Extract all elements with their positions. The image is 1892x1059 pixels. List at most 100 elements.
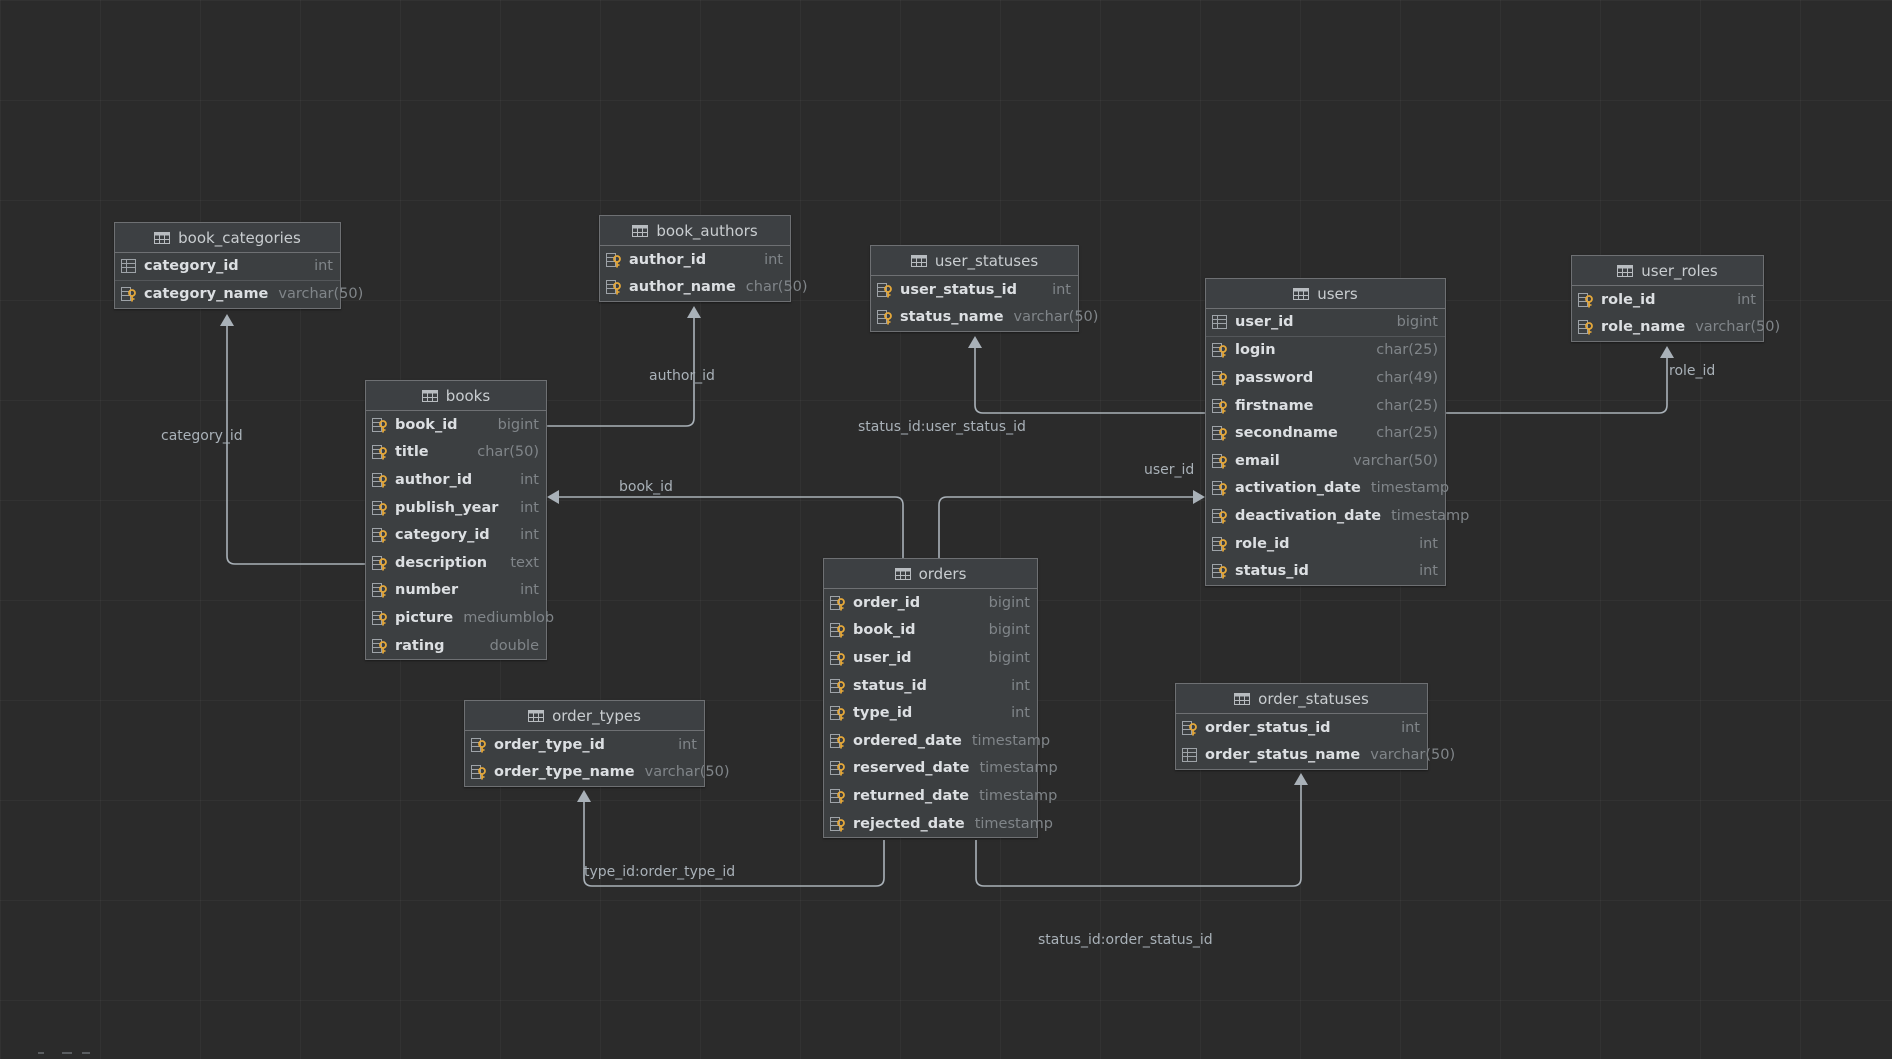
- column-row[interactable]: book_id bigint: [824, 617, 1037, 645]
- table-header[interactable]: user_statuses: [871, 246, 1078, 276]
- column-row[interactable]: password char(49): [1206, 364, 1445, 392]
- column-name: reserved_date: [853, 760, 970, 777]
- er-diagram-canvas[interactable]: book_categories category_id int category_na…: [0, 0, 1892, 1048]
- column-row[interactable]: picture mediumblob: [366, 604, 554, 632]
- column-row[interactable]: order_status_name varchar(50): [1176, 742, 1455, 770]
- column-row[interactable]: number int: [366, 577, 546, 605]
- column-row[interactable]: category_name varchar(50): [115, 281, 363, 309]
- table-header[interactable]: books: [366, 381, 546, 411]
- table-icon: [154, 231, 171, 244]
- indexed-column-icon: [1211, 562, 1229, 580]
- table-header[interactable]: orders: [824, 559, 1037, 589]
- table-name: books: [445, 386, 491, 405]
- rel-user-status-connector[interactable]: [968, 336, 1205, 414]
- table-header[interactable]: order_types: [465, 701, 704, 731]
- column-row[interactable]: category_id int: [115, 253, 340, 281]
- table-header[interactable]: user_roles: [1572, 256, 1763, 286]
- column-row[interactable]: secondname char(25): [1206, 419, 1445, 447]
- indexed-column-icon: [605, 278, 623, 296]
- rel-book-connector[interactable]: [547, 490, 904, 558]
- column-row[interactable]: order_id bigint: [824, 589, 1037, 617]
- column-row[interactable]: publish_year int: [366, 494, 546, 522]
- table-header[interactable]: order_statuses: [1176, 684, 1427, 714]
- connector-line[interactable]: [974, 346, 1205, 414]
- column-name: number: [395, 582, 459, 599]
- primary-key-column-icon: [1181, 746, 1199, 764]
- column-row[interactable]: deactivation_date timestamp: [1206, 502, 1469, 530]
- table-orders[interactable]: orders order_id bigint book_id bigint user_id…: [823, 558, 1058, 839]
- column-type: timestamp: [971, 732, 1051, 749]
- connector-line[interactable]: [938, 496, 1195, 558]
- column-row[interactable]: title char(50): [366, 439, 546, 467]
- column-row[interactable]: status_id int: [1206, 557, 1445, 585]
- column-row[interactable]: author_name char(50): [600, 274, 808, 302]
- column-name: user_status_id: [900, 281, 1018, 298]
- column-row[interactable]: user_id bigint: [1206, 309, 1445, 337]
- column-row[interactable]: role_id int: [1206, 530, 1445, 558]
- indexed-column-icon: [371, 471, 389, 489]
- column-row[interactable]: returned_date timestamp: [824, 782, 1057, 810]
- column-row[interactable]: rejected_date timestamp: [824, 810, 1053, 838]
- table-order-types[interactable]: order_types order_type_id int order_type_na…: [464, 700, 730, 788]
- column-row[interactable]: author_id int: [366, 466, 546, 494]
- column-row[interactable]: user_status_id int: [871, 276, 1078, 304]
- table-book-categories[interactable]: book_categories category_id int category_na…: [114, 222, 363, 310]
- column-type: char(50): [477, 444, 539, 461]
- column-name: description: [395, 554, 488, 571]
- rel-book-label: book_id: [619, 479, 673, 495]
- column-type: varchar(50): [1695, 319, 1781, 336]
- column-name: order_type_id: [494, 736, 605, 753]
- column-row[interactable]: author_id int: [600, 246, 790, 274]
- column-row[interactable]: reserved_date timestamp: [824, 755, 1058, 783]
- column-row[interactable]: description text: [366, 549, 546, 577]
- column-row[interactable]: rating double: [366, 632, 546, 660]
- arrowhead-icon: [968, 336, 982, 348]
- column-row[interactable]: email varchar(50): [1206, 447, 1445, 475]
- rel-role-connector[interactable]: [1446, 346, 1674, 414]
- column-row[interactable]: order_status_id int: [1176, 714, 1427, 742]
- table-name: user_statuses: [934, 251, 1039, 270]
- table-user-statuses[interactable]: user_statuses user_status_id int status_nam…: [870, 245, 1098, 333]
- column-type: varchar(50): [1013, 309, 1099, 326]
- column-type: timestamp: [979, 787, 1058, 804]
- column-row[interactable]: role_name varchar(50): [1572, 314, 1780, 342]
- table-name: orders: [918, 564, 967, 583]
- column-row[interactable]: role_id int: [1572, 286, 1763, 314]
- connector-line[interactable]: [226, 324, 365, 565]
- table-user-roles[interactable]: user_roles role_id int role_name varchar(50): [1571, 255, 1780, 343]
- column-row[interactable]: login char(25): [1206, 337, 1445, 365]
- column-row[interactable]: activation_date timestamp: [1206, 475, 1449, 503]
- table-header[interactable]: book_authors: [600, 216, 790, 246]
- column-row[interactable]: order_type_id int: [465, 731, 704, 759]
- column-row[interactable]: book_id bigint: [366, 411, 546, 439]
- arrowhead-icon: [1294, 773, 1308, 785]
- column-type: int: [1011, 705, 1030, 722]
- column-type: int: [520, 527, 539, 544]
- column-name: picture: [395, 609, 454, 626]
- column-row[interactable]: status_name varchar(50): [871, 304, 1098, 332]
- column-row[interactable]: type_id int: [824, 699, 1037, 727]
- column-row[interactable]: ordered_date timestamp: [824, 727, 1050, 755]
- column-row[interactable]: category_id int: [366, 521, 546, 549]
- column-row[interactable]: status_id int: [824, 672, 1037, 700]
- table-books[interactable]: books book_id bigint title char(50) author_id…: [365, 380, 554, 661]
- rel-user-connector[interactable]: [938, 490, 1205, 558]
- connector-line[interactable]: [557, 496, 904, 558]
- connector-line[interactable]: [1446, 356, 1668, 414]
- table-header[interactable]: users: [1206, 279, 1445, 309]
- table-users[interactable]: users user_id bigint login char(25) password c…: [1205, 278, 1469, 586]
- indexed-column-icon: [829, 787, 847, 805]
- table-book-authors[interactable]: book_authors author_id int author_name char(…: [599, 215, 808, 303]
- indexed-column-icon: [829, 759, 847, 777]
- arrowhead-icon: [220, 314, 234, 326]
- table-order-statuses[interactable]: order_statuses order_status_id int order_st…: [1175, 683, 1455, 771]
- column-row[interactable]: user_id bigint: [824, 644, 1037, 672]
- column-type: int: [764, 251, 783, 268]
- column-type: bigint: [497, 416, 539, 433]
- rel-author-connector[interactable]: [547, 306, 701, 427]
- column-name: role_id: [1601, 291, 1656, 308]
- table-icon: [528, 709, 545, 722]
- column-row[interactable]: order_type_name varchar(50): [465, 759, 730, 787]
- table-header[interactable]: book_categories: [115, 223, 340, 253]
- column-row[interactable]: firstname char(25): [1206, 392, 1445, 420]
